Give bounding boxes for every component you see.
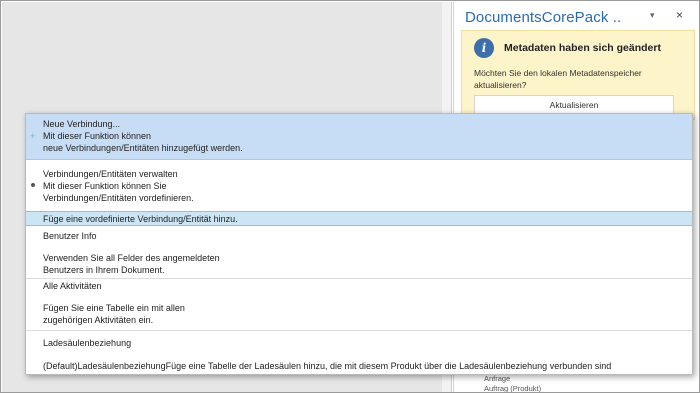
notice-body: Möchten Sie den lokalen Metadatenspeiche… [474, 67, 684, 91]
menu-item-description: Verwenden Sie all Felder des angemeldete… [43, 253, 220, 263]
menu-item-description: Mit dieser Funktion können [43, 131, 152, 141]
menu-item-description: Verbindungen/Entitäten vordefinieren. [43, 193, 194, 203]
pane-title: DocumentsCorePack .. [465, 9, 622, 26]
menu-item-description: zugehörigen Aktivitäten ein. [43, 315, 154, 325]
menu-item-manage-connections[interactable]: Verbindungen/Entitäten verwalten Mit die… [26, 164, 692, 210]
update-button[interactable]: Aktualisieren [474, 95, 674, 115]
menu-item-title: Verbindungen/Entitäten verwalten [43, 169, 178, 179]
application-window: DocumentsCorePack .. ▾ × i Metadaten hab… [0, 0, 700, 393]
metadata-changed-notice: i Metadaten haben sich geändert Möchten … [461, 30, 695, 120]
chevron-down-icon[interactable]: ▾ [650, 10, 655, 21]
notice-heading: Metadaten haben sich geändert [504, 42, 661, 54]
notice-body-line-1: Möchten Sie den lokalen Metadatenspeiche… [474, 68, 642, 78]
menu-item-description: neue Verbindungen/Entitäten hinzugefügt … [43, 143, 243, 153]
menu-item-ladesaeulenbeziehung[interactable]: Ladesäulenbeziehung (Default)Ladesäulenb… [26, 331, 692, 375]
notice-body-line-2: aktualisieren? [474, 80, 527, 90]
menu-item-all-activities[interactable]: Alle Aktivitäten Fügen Sie eine Tabelle … [26, 279, 692, 329]
pane-list-item[interactable]: Auftrag (Produkt) [484, 384, 541, 392]
menu-item-new-connection[interactable]: + Neue Verbindung... Mit dieser Funktion… [26, 114, 692, 160]
menu-item-description: Fügen Sie eine Tabelle ein mit allen [43, 303, 185, 313]
info-icon: i [474, 38, 494, 58]
add-connection-popup-menu: + Neue Verbindung... Mit dieser Funktion… [25, 113, 693, 375]
menu-item-title: Ladesäulenbeziehung [43, 338, 132, 348]
menu-item-user-info[interactable]: Benutzer Info Verwenden Sie all Felder d… [26, 227, 692, 277]
menu-item-title: Benutzer Info [43, 231, 97, 241]
menu-item-description: Mit dieser Funktion können Sie [43, 181, 167, 191]
menu-item-title: Alle Aktivitäten [43, 281, 102, 291]
menu-item-title: Neue Verbindung... [43, 119, 121, 129]
plus-icon: + [30, 131, 36, 141]
pane-list-item[interactable]: Anfrage [484, 374, 510, 383]
menu-item-description: (Default)LadesäulenbeziehungFüge eine Ta… [43, 361, 612, 371]
close-icon[interactable]: × [676, 8, 683, 22]
menu-item-description: Benutzers in Ihrem Dokument. [43, 265, 165, 275]
menu-item-title: Füge eine vordefinierte Verbindung/Entit… [43, 214, 238, 224]
menu-item-predefined-connection[interactable]: Füge eine vordefinierte Verbindung/Entit… [26, 211, 692, 226]
bullet-icon [31, 183, 35, 187]
